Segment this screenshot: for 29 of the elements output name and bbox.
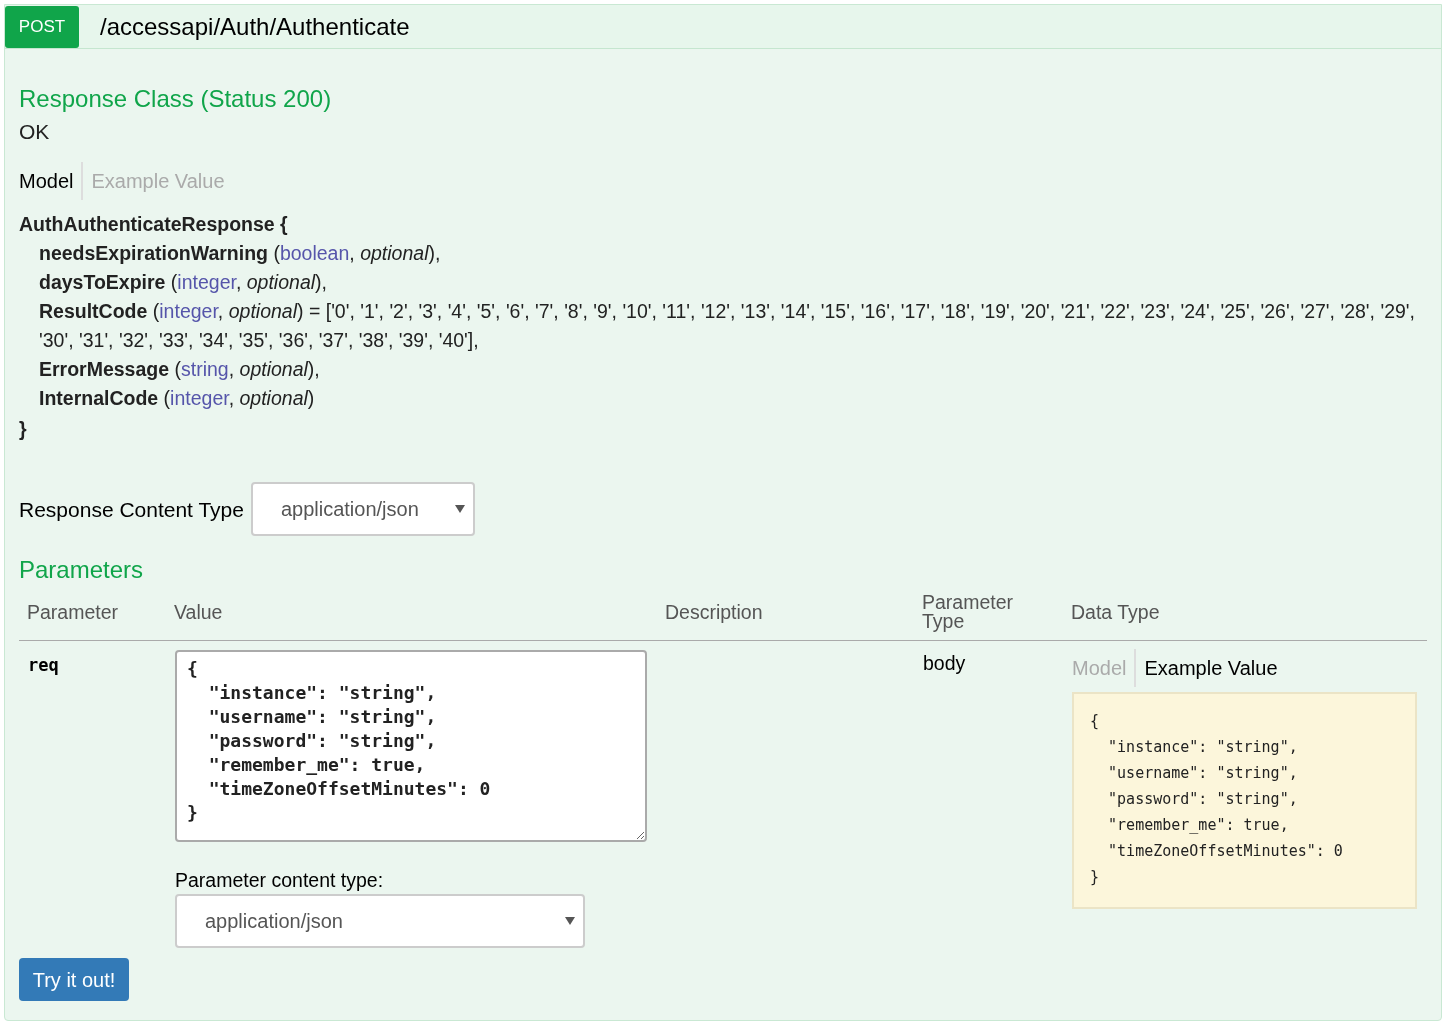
status-description: OK [19, 119, 51, 145]
column-header: Value [174, 603, 223, 622]
model-property: InternalCode (integer, optional) [38, 386, 316, 411]
view-tab[interactable]: Example Value [1136, 649, 1278, 687]
column-header: Parameter [27, 603, 119, 622]
model-closing-brace: } [19, 417, 28, 442]
caret-icon [454, 505, 465, 513]
parameter-name: req [28, 655, 59, 675]
model-name: AuthAuthenticateResponse { [19, 212, 289, 237]
column-header: Parameter Type [922, 593, 1015, 631]
column-header: Description [665, 603, 763, 622]
model-property: daysToExpire (integer, optional), [38, 270, 328, 295]
example-value-code: { "instance": "string", "username": "string", "password": "string", "remember_me": true, "timeZoneOffsetMinutes": 0 } [1072, 692, 1417, 909]
section-heading: Response Class (Status 200) [19, 85, 333, 113]
caret-icon [565, 917, 575, 925]
model-property: ErrorMessage (string, optional), [38, 357, 321, 382]
try-it-out-button[interactable]: Try it out! [19, 958, 129, 1001]
parameter-type: body [923, 652, 966, 674]
section-heading: Parameters [19, 556, 145, 584]
field-label: Response Content Type [19, 498, 244, 520]
field-label: Parameter content type: [175, 869, 385, 891]
column-header: Data Type [1071, 603, 1160, 622]
parameter-value-field[interactable]: { "instance": "string", "username": "string", "password": "string", "remember_me": true, "timeZoneOffsetMinutes": 0 } [175, 650, 647, 842]
content-type-select[interactable]: application/json [250, 482, 475, 536]
content-type-select[interactable]: application/json [175, 894, 585, 948]
view-tab[interactable]: Model [19, 162, 84, 200]
operation-path: /accessapi/Auth/Authenticate [100, 14, 410, 39]
method-badge: POST [5, 5, 79, 48]
model-property: needsExpirationWarning (boolean, optional), [38, 241, 442, 266]
